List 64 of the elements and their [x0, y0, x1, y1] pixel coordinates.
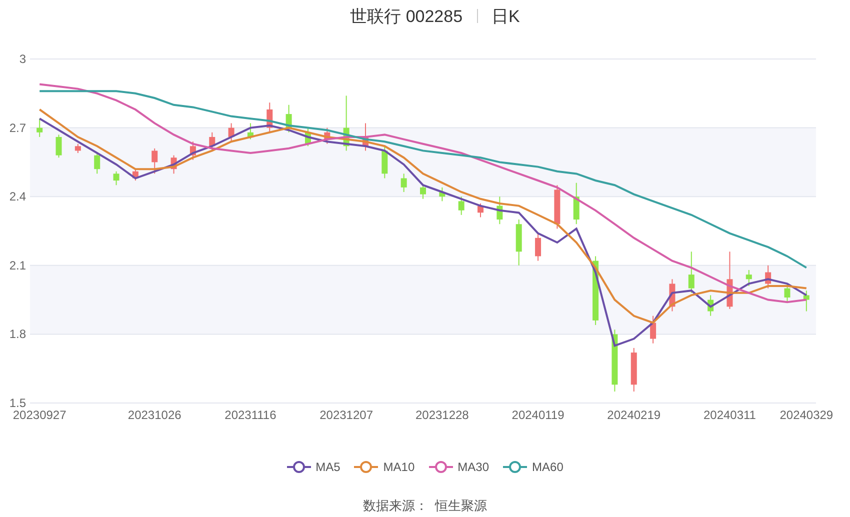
candlestick	[669, 278, 676, 312]
candlestick	[190, 141, 196, 160]
candlestick	[420, 184, 426, 200]
candlestick	[228, 122, 234, 142]
legend-marker-icon	[286, 461, 311, 473]
candlestick	[803, 290, 810, 312]
stock-title: 世联行 002285	[350, 6, 463, 28]
candlestick	[304, 127, 311, 147]
y-axis-label: 2.1	[9, 258, 26, 272]
candlestick	[650, 315, 656, 344]
candlestick	[726, 251, 733, 310]
candlestick	[36, 118, 43, 138]
y-axis-label: 2.7	[9, 120, 26, 135]
candlestick	[708, 294, 714, 316]
x-axis-label: 20240311	[703, 408, 756, 422]
candlestick	[362, 122, 368, 152]
legend-label[interactable]: MA60	[532, 460, 564, 474]
period-label: 日K	[492, 6, 520, 28]
data-source-note: 数据来源： 恒生聚源	[362, 498, 488, 514]
candlestick	[94, 152, 100, 174]
x-axis-label: 20240219	[607, 408, 661, 422]
candlestick	[132, 168, 138, 182]
candlestick	[784, 283, 790, 303]
y-axis-label: 1.5	[9, 396, 26, 410]
candlestick	[688, 251, 694, 294]
candlestick	[630, 347, 637, 392]
candlestick	[535, 232, 542, 262]
legend-marker-icon	[503, 461, 528, 473]
x-axis-label: 20231207	[320, 408, 373, 422]
y-axis-label: 3	[19, 52, 26, 66]
y-axis-label: 2.4	[9, 190, 26, 204]
x-axis-label: 20240119	[512, 408, 564, 422]
candlestick	[612, 329, 618, 392]
candlestick	[554, 184, 560, 230]
x-axis-label: 20230927	[12, 408, 66, 422]
candlestick	[478, 202, 484, 218]
x-axis-label: 20231228	[415, 408, 469, 422]
legend-label[interactable]: MA10	[383, 460, 415, 474]
x-axis-label: 20240329	[780, 408, 834, 422]
candlestick	[170, 154, 177, 174]
legend-marker-icon	[428, 461, 453, 473]
candlestick	[286, 104, 292, 133]
candlestick	[746, 269, 752, 287]
candlestick	[152, 148, 158, 174]
candlestick	[400, 173, 407, 193]
candlestick	[74, 143, 81, 154]
candlestick	[458, 196, 464, 216]
candlestick	[247, 122, 254, 140]
candlestick	[573, 182, 580, 225]
legend-label[interactable]: MA30	[458, 460, 490, 474]
x-axis-label: 20231116	[224, 408, 276, 422]
candlestick	[56, 134, 62, 158]
candlestick	[324, 127, 330, 144]
candlestick	[266, 102, 273, 133]
candlestick	[113, 170, 120, 186]
candlestick	[765, 264, 772, 289]
candlestick	[516, 219, 522, 266]
y-axis-label: 1.8	[9, 327, 26, 342]
legend-marker-icon	[354, 461, 378, 473]
x-axis-label: 20231026	[128, 408, 182, 422]
legend-label[interactable]: MA5	[316, 460, 340, 474]
candlestick	[382, 146, 388, 179]
candlestick	[496, 196, 503, 225]
candlestick	[439, 186, 446, 202]
